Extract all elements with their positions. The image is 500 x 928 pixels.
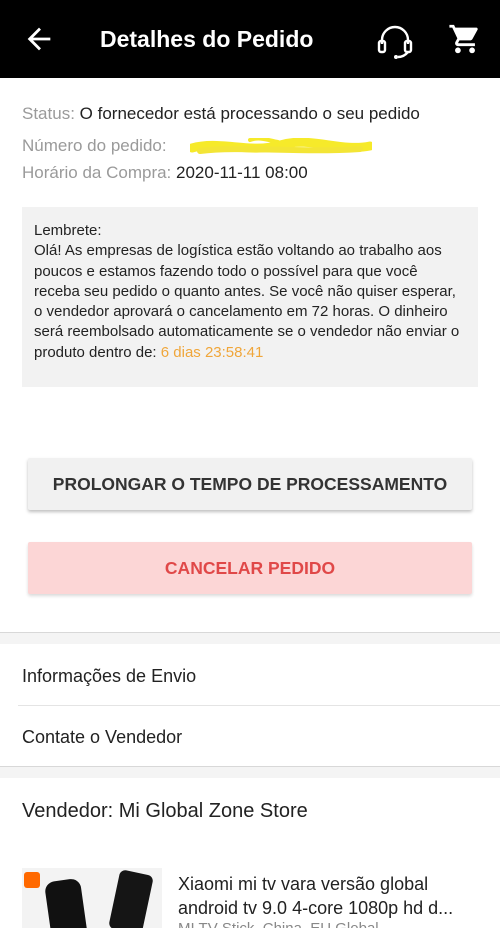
order-number-label: Número do pedido:	[22, 136, 167, 155]
extend-processing-button[interactable]: PROLONGAR O TEMPO DE PROCESSAMENTO	[28, 458, 472, 510]
product-thumbnail[interactable]	[22, 868, 162, 928]
status-label: Status:	[22, 104, 75, 123]
headset-icon[interactable]	[374, 20, 416, 60]
redaction-scribble	[190, 138, 372, 154]
order-status: Status: O fornecedor está processando o …	[22, 104, 420, 124]
remote-image	[43, 877, 89, 928]
seller-name[interactable]: Vendedor: Mi Global Zone Store	[22, 800, 308, 823]
purchase-time-value: 2020-11-11 08:00	[176, 163, 308, 182]
purchase-time: Horário da Compra: 2020-11-11 08:00	[22, 163, 308, 183]
contact-seller-link[interactable]: Contate o Vendedor	[22, 727, 182, 748]
countdown-timer: 6 dias 23:58:41	[160, 343, 264, 361]
order-number: Número do pedido:	[22, 136, 167, 156]
arrow-left-icon[interactable]	[22, 22, 56, 56]
app-header: Detalhes do Pedido	[0, 0, 500, 78]
tv-stick-image	[108, 869, 154, 928]
reminder-text: Olá! As empresas de logística estão volt…	[34, 241, 466, 363]
cart-icon[interactable]	[448, 22, 482, 56]
reminder-box: Lembrete: Olá! As empresas de logística …	[22, 207, 478, 387]
reminder-title: Lembrete:	[34, 222, 102, 239]
shipping-info-link[interactable]: Informações de Envio	[22, 666, 196, 687]
cancel-order-button[interactable]: CANCELAR PEDIDO	[28, 542, 472, 594]
page-title: Detalhes do Pedido	[100, 26, 314, 52]
section-divider	[0, 632, 500, 644]
row-divider	[18, 705, 500, 706]
status-value: O fornecedor está processando o seu pedi…	[79, 104, 420, 123]
product-variant: MI TV Stick, China, EU Global	[178, 920, 478, 928]
product-title[interactable]: Xiaomi mi tv vara versão global android …	[178, 872, 478, 920]
mi-logo-icon	[24, 872, 40, 888]
section-divider	[0, 766, 500, 778]
purchase-time-label: Horário da Compra:	[22, 163, 172, 182]
